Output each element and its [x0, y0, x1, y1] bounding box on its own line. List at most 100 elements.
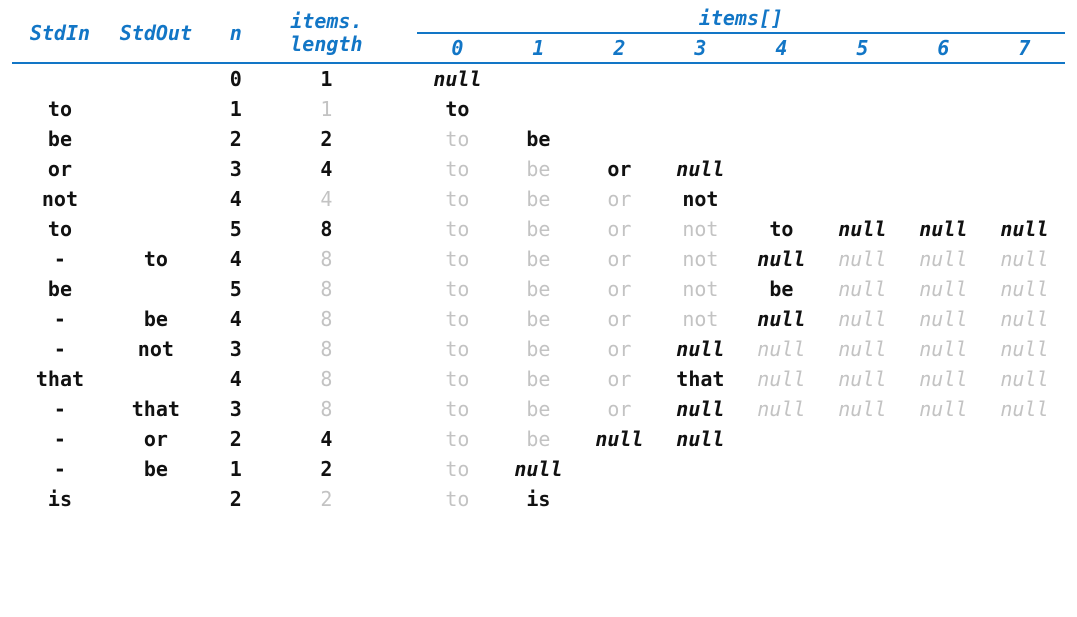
cell-stdin: or: [12, 154, 108, 184]
col-idx-2: 2: [579, 33, 660, 62]
cell-item: or: [579, 394, 660, 424]
cell-item: that: [660, 364, 741, 394]
cell-item: to: [417, 304, 498, 334]
col-idx-3: 3: [660, 33, 741, 62]
cell-gap: [385, 214, 417, 244]
cell-item: null: [984, 244, 1065, 274]
cell-item: [984, 424, 1065, 454]
cell-item: or: [579, 334, 660, 364]
cell-item: null: [660, 154, 741, 184]
cell-item: null: [822, 394, 903, 424]
cell-stdin: not: [12, 184, 108, 214]
cell-item: not: [660, 244, 741, 274]
table-row: -or24tobenullnull: [12, 424, 1065, 454]
cell-item: not: [660, 304, 741, 334]
cell-gap: [385, 124, 417, 154]
cell-item: [660, 94, 741, 124]
table-row: -be48tobeornotnullnullnullnull: [12, 304, 1065, 334]
col-idx-6: 6: [903, 33, 984, 62]
cell-item: null: [579, 424, 660, 454]
cell-stdout: be: [108, 454, 204, 484]
cell-item: null: [903, 304, 984, 334]
cell-stdin: [12, 63, 108, 94]
cell-item: null: [417, 63, 498, 94]
cell-item: [903, 124, 984, 154]
cell-stdout: that: [108, 394, 204, 424]
cell-item: null: [984, 334, 1065, 364]
cell-item: [822, 154, 903, 184]
col-length-l2: length: [290, 32, 362, 56]
table-row: be22tobe: [12, 124, 1065, 154]
cell-stdin: to: [12, 94, 108, 124]
col-items-group: items[]: [417, 4, 1065, 33]
cell-n: 3: [204, 334, 268, 364]
cell-item: or: [579, 304, 660, 334]
cell-item: [822, 124, 903, 154]
cell-item: null: [660, 424, 741, 454]
col-idx-4: 4: [741, 33, 822, 62]
cell-item: null: [984, 394, 1065, 424]
table-row: not44tobeornot: [12, 184, 1065, 214]
cell-item: null: [741, 364, 822, 394]
cell-gap: [385, 154, 417, 184]
cell-stdin: be: [12, 274, 108, 304]
cell-length: 2: [268, 484, 385, 514]
table-row: -that38tobeornullnullnullnullnull: [12, 394, 1065, 424]
cell-item: to: [417, 184, 498, 214]
cell-n: 0: [204, 63, 268, 94]
col-idx-7: 7: [984, 33, 1065, 62]
table-row: -not38tobeornullnullnullnullnull: [12, 334, 1065, 364]
table-row: be58tobeornotbenullnullnull: [12, 274, 1065, 304]
cell-item: null: [498, 454, 579, 484]
cell-item: be: [498, 364, 579, 394]
cell-item: [741, 94, 822, 124]
cell-gap: [385, 454, 417, 484]
cell-item: [984, 484, 1065, 514]
cell-item: [822, 484, 903, 514]
cell-item: [660, 484, 741, 514]
cell-item: be: [498, 304, 579, 334]
cell-item: be: [498, 214, 579, 244]
cell-n: 3: [204, 154, 268, 184]
cell-item: [660, 124, 741, 154]
cell-gap: [385, 394, 417, 424]
cell-stdout: be: [108, 304, 204, 334]
cell-n: 5: [204, 214, 268, 244]
cell-item: null: [660, 334, 741, 364]
cell-item: to: [417, 454, 498, 484]
table-row: to58tobeornottonullnullnull: [12, 214, 1065, 244]
cell-item: be: [498, 394, 579, 424]
cell-item: null: [822, 214, 903, 244]
cell-item: null: [741, 394, 822, 424]
cell-n: 2: [204, 484, 268, 514]
cell-stdin: be: [12, 124, 108, 154]
cell-item: to: [417, 364, 498, 394]
cell-item: [741, 484, 822, 514]
cell-item: null: [984, 274, 1065, 304]
cell-item: [579, 484, 660, 514]
cell-stdout: [108, 124, 204, 154]
cell-length: 1: [268, 63, 385, 94]
cell-stdout: [108, 94, 204, 124]
table-row: -to48tobeornotnullnullnullnull: [12, 244, 1065, 274]
cell-gap: [385, 244, 417, 274]
cell-item: to: [417, 244, 498, 274]
cell-item: [498, 94, 579, 124]
table-row: that48tobeorthatnullnullnullnull: [12, 364, 1065, 394]
col-length: items. length: [268, 4, 385, 62]
cell-gap: [385, 484, 417, 514]
cell-stdout: [108, 274, 204, 304]
cell-item: be: [498, 334, 579, 364]
cell-n: 4: [204, 244, 268, 274]
cell-item: [822, 184, 903, 214]
cell-item: [822, 454, 903, 484]
cell-stdout: or: [108, 424, 204, 454]
cell-item: [903, 63, 984, 94]
cell-item: or: [579, 184, 660, 214]
cell-item: to: [741, 214, 822, 244]
cell-item: [660, 454, 741, 484]
cell-gap: [385, 63, 417, 94]
table-row: -be12tonull: [12, 454, 1065, 484]
cell-item: [903, 424, 984, 454]
cell-item: not: [660, 274, 741, 304]
